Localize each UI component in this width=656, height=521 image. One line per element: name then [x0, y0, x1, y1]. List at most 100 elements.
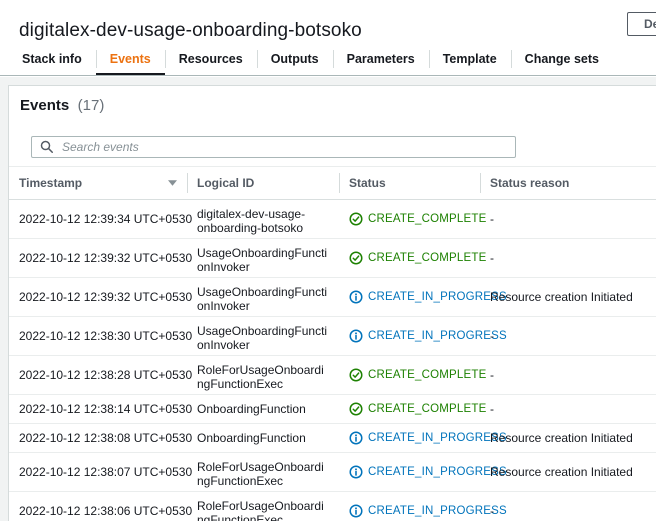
delete-button[interactable]: Delete	[627, 12, 656, 36]
logical-id-cell: UsageOnboardingFunctionInvoker	[197, 242, 329, 274]
tab-template[interactable]: Template	[429, 42, 511, 75]
tab-label: Template	[443, 52, 497, 66]
info-circle-icon	[349, 431, 363, 445]
status-label: CREATE_COMPLETE	[368, 251, 486, 265]
status-label: CREATE_IN_PROGRESS	[368, 329, 507, 343]
tab-label: Parameters	[347, 52, 415, 66]
tab-label: Resources	[179, 52, 243, 66]
status-label: CREATE_COMPLETE	[368, 402, 486, 416]
status-label: CREATE_IN_PROGRESS	[368, 465, 507, 479]
tab-stack-info[interactable]: Stack info	[8, 42, 96, 75]
status-reason-cell: -	[490, 247, 656, 269]
status-reason-cell: -	[490, 364, 656, 386]
tab-change-sets[interactable]: Change sets	[511, 42, 613, 75]
events-card-header: Events (17)	[9, 86, 656, 158]
status-cell: CREATE_COMPLETE	[349, 208, 470, 230]
table-row: 2022-10-12 12:38:14 UTC+0530 OnboardingF…	[9, 395, 656, 424]
logical-id-cell: UsageOnboardingFunctionInvoker	[197, 281, 329, 313]
column-header-logical-id[interactable]: Logical ID	[187, 167, 339, 200]
column-header-status-reason[interactable]: Status reason	[480, 167, 656, 200]
check-circle-icon	[349, 368, 363, 382]
status-reason-cell: -	[490, 325, 656, 347]
status-cell: CREATE_IN_PROGRESS	[349, 427, 470, 449]
status-reason-cell: Resource creation Initiated	[490, 286, 656, 308]
search-icon	[40, 140, 54, 154]
status-cell: CREATE_COMPLETE	[349, 398, 470, 420]
events-card: Events (17) Timestamp	[8, 85, 656, 521]
table-row: 2022-10-12 12:38:08 UTC+0530 OnboardingF…	[9, 424, 656, 453]
logical-id-cell: digitalex-dev-usage-onboarding-botsoko	[197, 203, 329, 235]
tab-label: Outputs	[271, 52, 319, 66]
info-circle-icon	[349, 465, 363, 479]
logical-id-cell: RoleForUsageOnboardingFunctionExec	[197, 359, 329, 391]
check-circle-icon	[349, 402, 363, 416]
column-label: Status	[349, 176, 386, 190]
info-circle-icon	[349, 290, 363, 304]
table-row: 2022-10-12 12:38:28 UTC+0530 RoleForUsag…	[9, 356, 656, 395]
timestamp-cell: 2022-10-12 12:38:30 UTC+0530	[19, 325, 177, 347]
status-cell: CREATE_IN_PROGRESS	[349, 461, 470, 483]
timestamp-cell: 2022-10-12 12:38:06 UTC+0530	[19, 500, 177, 521]
table-row: 2022-10-12 12:38:06 UTC+0530 RoleForUsag…	[9, 492, 656, 521]
table-row: 2022-10-12 12:39:32 UTC+0530 UsageOnboar…	[9, 278, 656, 317]
status-cell: CREATE_COMPLETE	[349, 247, 470, 269]
timestamp-cell: 2022-10-12 12:39:32 UTC+0530	[19, 247, 177, 269]
timestamp-cell: 2022-10-12 12:38:07 UTC+0530	[19, 461, 177, 483]
check-circle-icon	[349, 212, 363, 226]
status-label: CREATE_IN_PROGRESS	[368, 504, 507, 518]
table-row: 2022-10-12 12:39:34 UTC+0530 digitalex-d…	[9, 200, 656, 239]
tab-label: Change sets	[525, 52, 599, 66]
search-input[interactable]	[31, 136, 516, 158]
tab-label: Events	[110, 52, 151, 66]
info-circle-icon	[349, 329, 363, 343]
status-reason-cell: -	[490, 500, 656, 521]
timestamp-cell: 2022-10-12 12:38:28 UTC+0530	[19, 364, 177, 386]
status-reason-cell: -	[490, 208, 656, 230]
search-wrap	[31, 136, 516, 158]
status-reason-cell: -	[490, 398, 656, 420]
status-label: CREATE_IN_PROGRESS	[368, 431, 507, 445]
events-table: Timestamp Logical ID Status Status reaso…	[9, 166, 656, 521]
status-cell: CREATE_COMPLETE	[349, 364, 470, 386]
timestamp-cell: 2022-10-12 12:38:08 UTC+0530	[19, 427, 177, 449]
tab-parameters[interactable]: Parameters	[333, 42, 429, 75]
page-title: digitalex-dev-usage-onboarding-botsoko	[19, 20, 362, 42]
timestamp-cell: 2022-10-12 12:39:32 UTC+0530	[19, 286, 177, 308]
logical-id-cell: OnboardingFunction	[197, 427, 329, 449]
logical-id-cell: OnboardingFunction	[197, 398, 329, 420]
table-header-row: Timestamp Logical ID Status Status reaso…	[9, 167, 656, 200]
check-circle-icon	[349, 251, 363, 265]
status-reason-cell: Resource creation Initiated	[490, 427, 656, 449]
status-label: CREATE_COMPLETE	[368, 368, 486, 382]
sort-descending-icon	[168, 180, 177, 186]
table-row: 2022-10-12 12:38:30 UTC+0530 UsageOnboar…	[9, 317, 656, 356]
column-label: Status reason	[490, 176, 569, 190]
events-table-body: 2022-10-12 12:39:34 UTC+0530 digitalex-d…	[9, 200, 656, 521]
logical-id-cell: UsageOnboardingFunctionInvoker	[197, 320, 329, 352]
status-reason-cell: Resource creation Initiated	[490, 461, 656, 483]
timestamp-cell: 2022-10-12 12:38:14 UTC+0530	[19, 398, 177, 420]
info-circle-icon	[349, 504, 363, 518]
tabs: Stack info Events Resources Outputs Para…	[0, 42, 656, 76]
tab-events[interactable]: Events	[96, 42, 165, 75]
column-label: Logical ID	[197, 176, 254, 190]
status-label: CREATE_COMPLETE	[368, 212, 486, 226]
logical-id-cell: RoleForUsageOnboardingFunctionExec	[197, 456, 329, 488]
status-cell: CREATE_IN_PROGRESS	[349, 500, 470, 521]
column-header-timestamp[interactable]: Timestamp	[9, 167, 187, 200]
status-cell: CREATE_IN_PROGRESS	[349, 325, 470, 347]
tab-outputs[interactable]: Outputs	[257, 42, 333, 75]
table-row: 2022-10-12 12:38:07 UTC+0530 RoleForUsag…	[9, 453, 656, 492]
events-heading: Events	[20, 97, 69, 114]
content-area: Events (17) Timestamp	[0, 77, 656, 521]
column-header-status[interactable]: Status	[339, 167, 480, 200]
events-count: (17)	[78, 97, 105, 114]
status-label: CREATE_IN_PROGRESS	[368, 290, 507, 304]
column-label: Timestamp	[19, 176, 82, 190]
timestamp-cell: 2022-10-12 12:39:34 UTC+0530	[19, 208, 177, 230]
logical-id-cell: RoleForUsageOnboardingFunctionExec	[197, 495, 329, 521]
page-header: digitalex-dev-usage-onboarding-botsoko D…	[0, 0, 656, 42]
tab-resources[interactable]: Resources	[165, 42, 257, 75]
table-row: 2022-10-12 12:39:32 UTC+0530 UsageOnboar…	[9, 239, 656, 278]
tab-label: Stack info	[22, 52, 82, 66]
